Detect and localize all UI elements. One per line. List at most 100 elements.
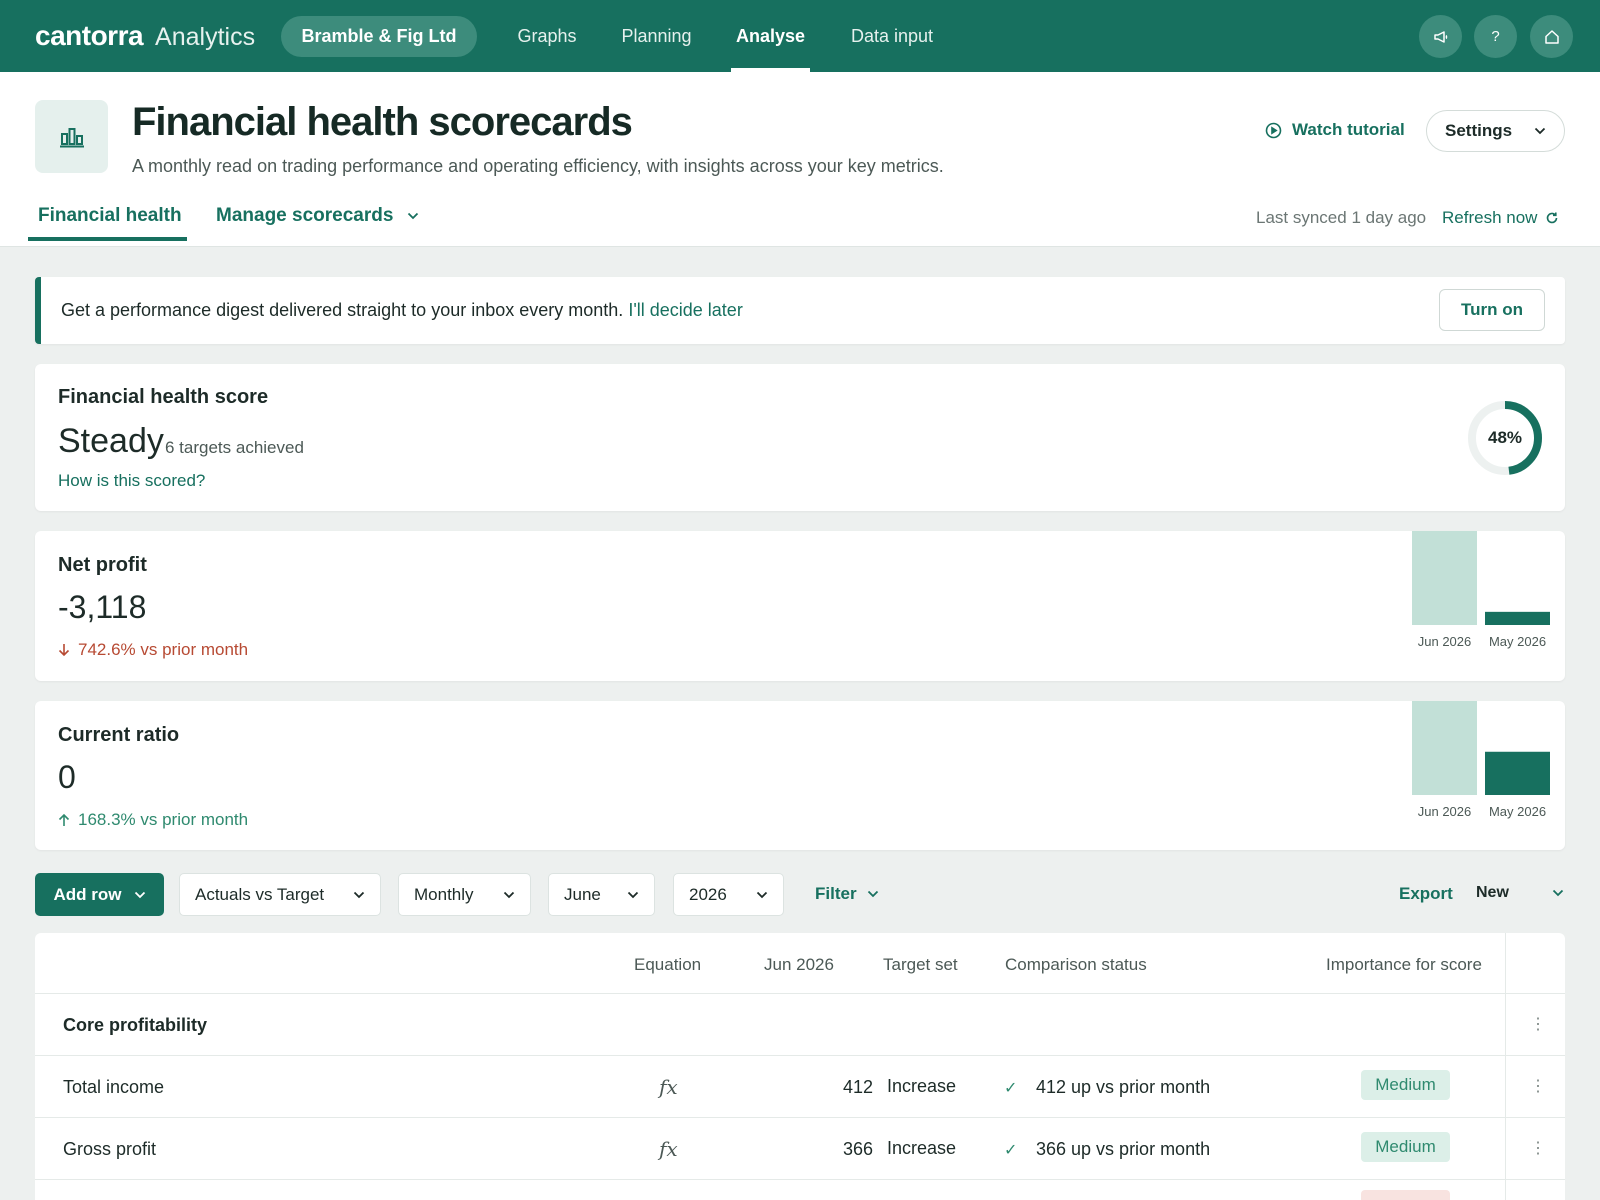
arrow-up-icon (58, 813, 70, 826)
row-metric-name[interactable]: Total income (63, 1077, 164, 1098)
health-score-status: Steady (58, 422, 164, 460)
refresh-label: Refresh now (1442, 208, 1538, 227)
row-value: 366 (842, 1139, 873, 1159)
metric-value: 0 (58, 759, 76, 795)
equation-fx-icon[interactable]: fx (659, 1137, 678, 1161)
refresh-icon (1547, 212, 1558, 224)
brand-name: cantorra (35, 20, 144, 51)
kebab-menu-icon[interactable]: ⋮ (1530, 1079, 1546, 1095)
digest-banner: Get a performance digest delivered strai… (35, 277, 1565, 344)
metric-change-text: 168.3% vs prior month (78, 810, 249, 829)
settings-label: Settings (1445, 121, 1513, 140)
tab-financial-health[interactable]: Financial health (38, 205, 182, 227)
megaphone-icon (1433, 30, 1447, 43)
chevron-down-icon (408, 212, 419, 220)
month-select-value: June (564, 884, 601, 904)
kebab-menu-icon[interactable]: ⋮ (1530, 1141, 1546, 1157)
export-button[interactable]: Export (1399, 884, 1453, 904)
row-divider (35, 1055, 1565, 1056)
home-button[interactable] (1530, 15, 1573, 58)
bar-jun-2026 (1412, 701, 1477, 795)
metric-value: -3,118 (58, 589, 147, 625)
period-select[interactable]: Monthly (398, 873, 531, 916)
chevron-down-icon (134, 891, 145, 898)
kebab-menu-icon[interactable]: ⋮ (1530, 1017, 1546, 1033)
column-header-comparison-status: Comparison status (1005, 955, 1147, 974)
nav-graphs[interactable]: Graphs (515, 0, 579, 72)
new-dropdown[interactable]: New (1476, 884, 1564, 902)
net-profit-bar-chart: Jun 2026 May 2026 (1412, 531, 1550, 649)
row-target[interactable]: Increase (887, 1076, 956, 1097)
turn-on-button[interactable]: Turn on (1439, 289, 1545, 331)
top-nav: cantorra Analytics Bramble & Fig Ltd Gra… (0, 0, 1600, 72)
chevron-down-icon (1552, 889, 1564, 897)
watch-tutorial-link[interactable]: Watch tutorial (1265, 120, 1405, 140)
help-icon: ? (1491, 28, 1500, 45)
row-metric-name[interactable]: Gross profit (63, 1139, 156, 1160)
active-tab-indicator (28, 237, 187, 241)
page-title: Financial health scorecards (132, 100, 633, 144)
brand-logo[interactable]: cantorra Analytics (35, 20, 255, 52)
last-synced-text: Last synced 1 day ago (1256, 208, 1427, 227)
health-score-title: Financial health score (58, 386, 269, 408)
tab-manage-scorecards-label: Manage scorecards (216, 205, 394, 226)
refresh-now-link[interactable]: Refresh now (1442, 208, 1559, 228)
filter-button[interactable]: Filter (815, 884, 879, 904)
view-select-value: Actuals vs Target (195, 884, 325, 904)
targets-achieved-text: 6 targets achieved (165, 438, 304, 457)
row-divider (35, 1117, 1565, 1118)
year-select[interactable]: 2026 (673, 873, 784, 916)
nav-planning[interactable]: Planning (620, 0, 693, 72)
chevron-down-icon (353, 891, 365, 898)
row-divider (35, 993, 1565, 994)
brand-product: Analytics (155, 23, 256, 51)
help-button[interactable]: ? (1474, 15, 1517, 58)
row-target[interactable]: Increase (887, 1138, 956, 1159)
nav-data-input[interactable]: Data input (848, 0, 936, 72)
metric-change-text: 742.6% vs prior month (78, 640, 249, 659)
bar-label: Jun 2026 (1418, 634, 1472, 649)
check-icon: ✓ (1004, 1080, 1018, 1097)
current-ratio-card: Current ratio 0 168.3% vs prior month Ju… (35, 701, 1565, 850)
add-row-button[interactable]: Add row (35, 873, 164, 916)
view-select[interactable]: Actuals vs Target (179, 873, 381, 916)
column-header-target-set: Target set (883, 955, 958, 974)
importance-badge[interactable]: Medium (1361, 1070, 1450, 1100)
column-header-jun-2026: Jun 2026 (764, 955, 834, 974)
page-header: Financial health scorecards A monthly re… (0, 72, 1600, 247)
check-icon: ✓ (1004, 1142, 1018, 1159)
row-comparison-status: 412 up vs prior month (1036, 1077, 1211, 1097)
importance-badge[interactable]: Medium (1361, 1132, 1450, 1162)
new-label: New (1476, 884, 1509, 901)
how-scored-link[interactable]: How is this scored? (58, 471, 205, 491)
column-header-importance: Importance for score (1326, 955, 1482, 974)
row-divider (35, 1179, 1565, 1180)
column-header-equation: Equation (634, 955, 702, 974)
banner-message: Get a performance digest delivered strai… (61, 300, 743, 321)
metric-change: 168.3% vs prior month (58, 810, 248, 830)
score-percent: 48% (1487, 428, 1523, 447)
banner-text: Get a performance digest delivered strai… (61, 300, 624, 320)
current-ratio-bar-chart: Jun 2026 May 2026 (1412, 701, 1550, 819)
announcements-button[interactable] (1419, 15, 1462, 58)
column-divider (1505, 933, 1506, 1200)
decide-later-link[interactable]: I'll decide later (628, 300, 743, 320)
period-select-value: Monthly (414, 884, 474, 904)
watch-tutorial-label: Watch tutorial (1292, 120, 1405, 139)
page-subtitle: A monthly read on trading performance an… (132, 156, 944, 176)
metric-title: Current ratio (58, 724, 180, 746)
settings-dropdown[interactable]: Settings (1426, 110, 1565, 152)
chevron-down-icon (756, 891, 768, 898)
bar-label: Jun 2026 (1418, 804, 1472, 819)
chevron-down-icon (627, 891, 639, 898)
org-switcher-button[interactable]: Bramble & Fig Ltd (281, 16, 477, 57)
metric-change: 742.6% vs prior month (58, 640, 248, 660)
net-profit-card: Net profit -3,118 742.6% vs prior month … (35, 531, 1565, 681)
tab-manage-scorecards[interactable]: Manage scorecards (216, 205, 419, 227)
nav-analyse[interactable]: Analyse (731, 0, 810, 72)
year-select-value: 2026 (689, 884, 727, 904)
row-value: 412 (842, 1077, 873, 1097)
equation-fx-icon[interactable]: fx (659, 1075, 678, 1099)
scorecard-icon (35, 100, 108, 173)
month-select[interactable]: June (548, 873, 655, 916)
